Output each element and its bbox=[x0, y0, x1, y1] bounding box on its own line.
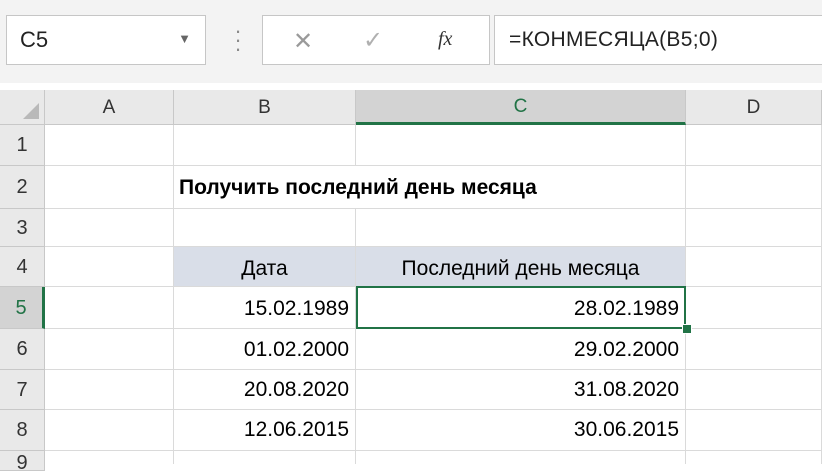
close-icon[interactable]: ✕ bbox=[293, 27, 313, 56]
cell-d1[interactable] bbox=[686, 125, 822, 166]
cell-d6[interactable] bbox=[686, 329, 822, 370]
formula-buttons: ✕ ✓ fx bbox=[262, 15, 490, 65]
cell-c3[interactable] bbox=[356, 209, 686, 247]
cell-b5[interactable]: 15.02.1989 bbox=[174, 287, 356, 329]
cell-c9[interactable] bbox=[356, 451, 686, 464]
cell-a5[interactable] bbox=[45, 287, 174, 329]
cell-a7[interactable] bbox=[45, 370, 174, 410]
column-header-c[interactable]: C bbox=[356, 90, 686, 125]
column-header-b[interactable]: B bbox=[174, 90, 356, 125]
formula-text: =КОНМЕСЯЦА(B5;0) bbox=[509, 28, 719, 51]
checkmark-icon[interactable]: ✓ bbox=[363, 26, 383, 55]
cell-a8[interactable] bbox=[45, 410, 174, 451]
cell-b8[interactable]: 12.06.2015 bbox=[174, 410, 356, 451]
vertical-dots-icon[interactable]: · · · bbox=[229, 20, 247, 60]
cell-a2[interactable] bbox=[45, 166, 174, 209]
sheet-title: Получить последний день месяца bbox=[179, 176, 537, 199]
name-box-value: C5 bbox=[20, 27, 49, 52]
cell-a1[interactable] bbox=[45, 125, 174, 166]
cell-d9[interactable] bbox=[686, 451, 822, 464]
select-all-triangle-icon bbox=[23, 103, 39, 119]
row-header-2[interactable]: 2 bbox=[0, 166, 45, 209]
cell-d2[interactable] bbox=[686, 166, 822, 209]
select-all-corner[interactable] bbox=[0, 90, 45, 125]
cell-a4[interactable] bbox=[45, 247, 174, 287]
cell-c6[interactable]: 29.02.2000 bbox=[356, 329, 686, 370]
row-header-3[interactable]: 3 bbox=[0, 209, 45, 247]
formula-bar: C5 ▼ · · · ✕ ✓ fx =КОНМЕСЯЦА(B5;0) bbox=[0, 0, 822, 83]
row-header-9[interactable]: 9 bbox=[0, 451, 45, 474]
formula-input[interactable]: =КОНМЕСЯЦА(B5;0) bbox=[494, 15, 822, 65]
cell-d7[interactable] bbox=[686, 370, 822, 410]
name-box[interactable]: C5 ▼ bbox=[6, 15, 206, 65]
cell-a3[interactable] bbox=[45, 209, 174, 247]
cell-a9[interactable] bbox=[45, 451, 174, 464]
cell-b7[interactable]: 20.08.2020 bbox=[174, 370, 356, 410]
cell-a6[interactable] bbox=[45, 329, 174, 370]
row-header-5[interactable]: 5 bbox=[0, 287, 45, 329]
cell-d4[interactable] bbox=[686, 247, 822, 287]
row-header-4[interactable]: 4 bbox=[0, 247, 45, 287]
cell-c5[interactable]: 28.02.1989 bbox=[356, 287, 686, 329]
chevron-down-icon[interactable]: ▼ bbox=[178, 31, 191, 46]
fill-handle[interactable] bbox=[682, 324, 692, 334]
fx-icon[interactable]: fx bbox=[438, 28, 452, 51]
cell-c7[interactable]: 31.08.2020 bbox=[356, 370, 686, 410]
row-header-1[interactable]: 1 bbox=[0, 125, 45, 166]
header-last-day[interactable]: Последний день месяца bbox=[356, 247, 686, 287]
cell-c8[interactable]: 30.06.2015 bbox=[356, 410, 686, 451]
cell-d3[interactable] bbox=[686, 209, 822, 247]
cell-b1[interactable] bbox=[174, 125, 356, 166]
cell-c1[interactable] bbox=[356, 125, 686, 166]
column-header-d[interactable]: D bbox=[686, 90, 822, 125]
column-header-a[interactable]: A bbox=[45, 90, 174, 125]
row-header-6[interactable]: 6 bbox=[0, 329, 45, 370]
row-header-7[interactable]: 7 bbox=[0, 370, 45, 410]
cell-b3[interactable] bbox=[174, 209, 356, 247]
cell-b9[interactable] bbox=[174, 451, 356, 464]
header-date[interactable]: Дата bbox=[174, 247, 356, 287]
row-header-8[interactable]: 8 bbox=[0, 410, 45, 451]
cell-d8[interactable] bbox=[686, 410, 822, 451]
cell-b6[interactable]: 01.02.2000 bbox=[174, 329, 356, 370]
cell-d5[interactable] bbox=[686, 287, 822, 329]
